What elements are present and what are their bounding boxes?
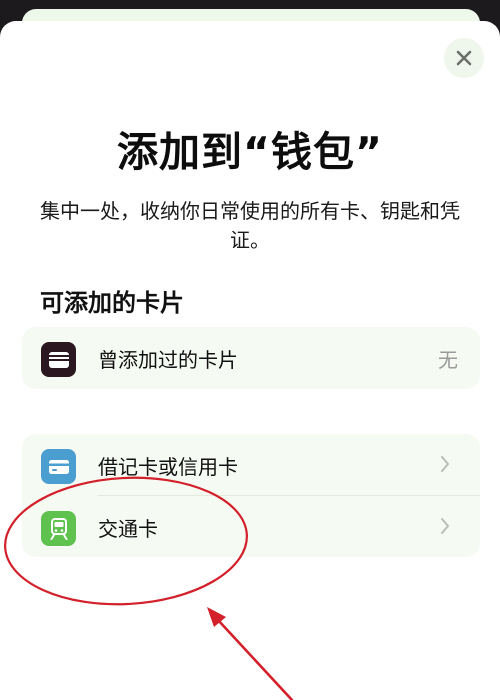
debit-credit-card-label: 借记卡或信用卡 [98,455,238,479]
train-icon [41,511,76,546]
screen: 添加到“钱包” 集中一处，收纳你日常使用的所有卡、钥匙和凭证。 可添加的卡片 曾… [0,0,500,700]
page-title: 添加到“钱包” [117,128,383,176]
previous-cards-label: 曾添加过的卡片 [98,348,238,372]
previous-cards-group: 曾添加过的卡片 无 [22,327,480,389]
previous-cards-value: 无 [438,348,458,372]
transit-card-label: 交通卡 [98,517,158,541]
previous-cards-row[interactable]: 曾添加过的卡片 无 [22,327,480,389]
close-icon [456,50,472,66]
chevron-right-icon [441,518,449,534]
transit-card-row[interactable]: 交通卡 [22,496,480,558]
card-types-group: 借记卡或信用卡 交通卡 [22,434,480,557]
page-subtitle: 集中一处，收纳你日常使用的所有卡、钥匙和凭证。 [40,199,460,252]
chevron-right-icon [441,456,449,472]
wallet-card-icon [41,342,76,377]
credit-card-icon [41,449,76,484]
close-button[interactable] [444,38,484,78]
debit-credit-card-row[interactable]: 借记卡或信用卡 [22,434,480,496]
section-heading: 可添加的卡片 [40,289,184,317]
